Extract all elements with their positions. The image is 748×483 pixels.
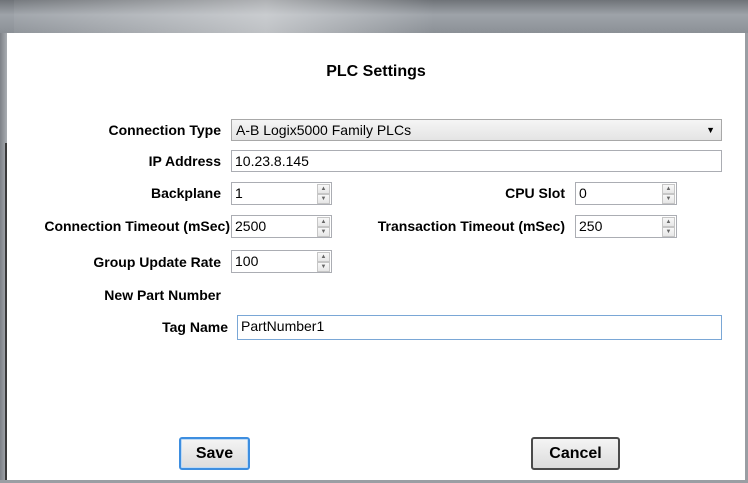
connection-timeout-label: Connection Timeout (mSec) bbox=[44, 218, 230, 234]
connection-timeout-spinner: ▲ ▼ bbox=[317, 217, 330, 237]
spin-up-icon[interactable]: ▲ bbox=[317, 252, 330, 262]
connection-timeout-stepper[interactable]: 2500 ▲ ▼ bbox=[231, 215, 332, 238]
group-update-rate-label: Group Update Rate bbox=[93, 254, 221, 270]
spin-down-icon[interactable]: ▼ bbox=[317, 194, 330, 204]
cpu-slot-spinner: ▲ ▼ bbox=[662, 184, 675, 204]
spin-up-icon[interactable]: ▲ bbox=[317, 217, 330, 227]
ip-address-label: IP Address bbox=[148, 153, 221, 169]
window-left-border bbox=[0, 33, 7, 483]
backplane-spinner: ▲ ▼ bbox=[317, 184, 330, 204]
cpu-slot-label: CPU Slot bbox=[505, 185, 565, 201]
connection-timeout-value: 2500 bbox=[235, 218, 267, 234]
ip-address-value: 10.23.8.145 bbox=[235, 153, 309, 169]
plc-settings-dialog: PLC Settings Connection Type A-B Logix50… bbox=[7, 33, 745, 480]
tag-name-label: Tag Name bbox=[162, 319, 228, 335]
group-update-rate-value: 100 bbox=[235, 253, 259, 269]
backplane-value: 1 bbox=[235, 185, 243, 201]
tag-name-field[interactable]: PartNumber1 bbox=[237, 315, 722, 340]
cpu-slot-value: 0 bbox=[579, 185, 587, 201]
spin-up-icon[interactable]: ▲ bbox=[317, 184, 330, 194]
spin-up-icon[interactable]: ▲ bbox=[662, 184, 675, 194]
new-part-number-heading: New Part Number bbox=[104, 287, 221, 303]
ip-address-field[interactable]: 10.23.8.145 bbox=[231, 150, 722, 172]
spin-down-icon[interactable]: ▼ bbox=[662, 227, 675, 237]
window-titlebar[interactable] bbox=[0, 0, 748, 33]
save-button[interactable]: Save bbox=[179, 437, 250, 470]
spin-down-icon[interactable]: ▼ bbox=[317, 262, 330, 272]
transaction-timeout-spinner: ▲ ▼ bbox=[662, 217, 675, 237]
transaction-timeout-value: 250 bbox=[579, 218, 603, 234]
transaction-timeout-stepper[interactable]: 250 ▲ ▼ bbox=[575, 215, 677, 238]
spin-down-icon[interactable]: ▼ bbox=[317, 227, 330, 237]
backplane-stepper[interactable]: 1 ▲ ▼ bbox=[231, 182, 332, 205]
connection-type-select[interactable]: A-B Logix5000 Family PLCs ▼ bbox=[231, 119, 722, 141]
backplane-label: Backplane bbox=[150, 185, 221, 201]
titlebar-glow bbox=[14, 0, 434, 33]
spin-up-icon[interactable]: ▲ bbox=[662, 217, 675, 227]
page-title: PLC Settings bbox=[326, 63, 426, 80]
group-update-rate-stepper[interactable]: 100 ▲ ▼ bbox=[231, 250, 332, 273]
connection-type-label: Connection Type bbox=[108, 122, 221, 138]
spin-down-icon[interactable]: ▼ bbox=[662, 194, 675, 204]
transaction-timeout-label: Transaction Timeout (mSec) bbox=[377, 218, 565, 234]
cancel-button[interactable]: Cancel bbox=[531, 437, 620, 470]
connection-type-value: A-B Logix5000 Family PLCs bbox=[236, 122, 412, 138]
chevron-down-icon[interactable]: ▼ bbox=[706, 125, 715, 135]
tag-name-value: PartNumber1 bbox=[241, 318, 325, 334]
group-update-rate-spinner: ▲ ▼ bbox=[317, 252, 330, 272]
cpu-slot-stepper[interactable]: 0 ▲ ▼ bbox=[575, 182, 677, 205]
